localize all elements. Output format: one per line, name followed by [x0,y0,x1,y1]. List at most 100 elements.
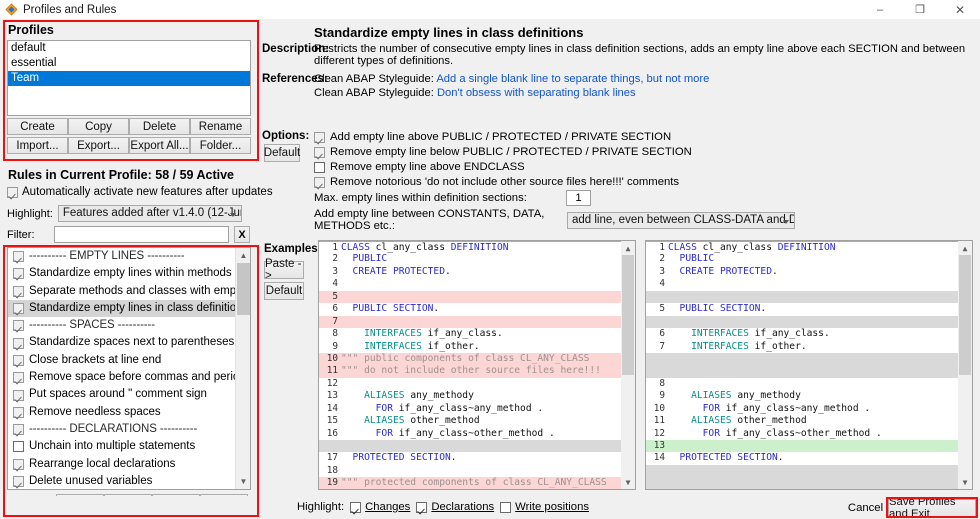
code-line: 8 INTERFACES if_any_class. [319,328,621,341]
list-item[interactable]: Separate methods and classes with empty … [8,283,235,300]
reference-2-link[interactable]: Don't obsess with separating blank lines [437,87,636,99]
filter-input[interactable] [54,226,229,243]
code-before-scrollbar[interactable]: ▲ ▼ [621,241,635,489]
list-item[interactable]: Remove needless spaces [8,404,235,421]
list-item[interactable]: Standardize spaces next to parentheses [8,334,235,351]
highlight-declarations-checkbox-row[interactable]: Declarations [416,501,494,513]
max-empty-lines-input[interactable]: 1 [566,190,591,206]
list-item[interactable]: Remove space before commas and period [8,369,235,386]
code-token: . [450,452,457,464]
code-pane-before[interactable]: 1 CLASS cl_any_class DEFINITION 2 PUBLIC 3 … [318,240,636,490]
rules-list[interactable]: ---------- EMPTY LINES ---------- Standa… [7,247,251,490]
code-line: 16 FOR if_any_class~other_method . [319,427,621,440]
scroll-down-icon[interactable]: ▼ [236,474,250,489]
checkbox-icon[interactable] [13,268,24,280]
highlight-changes-checkbox-row[interactable]: Changes [350,501,410,513]
checkbox-icon[interactable] [500,501,512,513]
checkbox-icon[interactable] [314,161,325,173]
checkbox-icon[interactable] [13,424,24,436]
minimize-button[interactable]: – [860,0,900,19]
delete-button[interactable]: Delete [129,118,190,135]
list-item[interactable]: ---------- SPACES ---------- [8,317,235,334]
scroll-down-icon[interactable]: ▼ [958,475,972,489]
checkbox-icon[interactable] [13,337,24,349]
list-item[interactable]: default [8,41,250,56]
code-token: """ do not include other source files he… [341,365,601,377]
create-button[interactable]: Create [7,118,68,135]
save-profiles-and-exit-button[interactable]: Save Profiles and Exit [888,496,976,519]
highlight-write-positions-checkbox-row[interactable]: Write positions [500,501,589,513]
rename-button[interactable]: Rename [190,118,251,135]
export-all-button[interactable]: Export All... [129,137,190,154]
scroll-up-icon[interactable]: ▲ [236,248,250,263]
checkbox-icon[interactable] [13,372,24,384]
checkbox-icon[interactable] [13,458,24,470]
checkbox-icon[interactable] [13,441,24,453]
scrollbar-thumb[interactable] [237,263,250,315]
checkbox-icon[interactable] [13,303,24,315]
list-item[interactable]: ---------- DECLARATIONS ---------- [8,421,235,438]
examples-default-button[interactable]: Default [264,282,304,300]
checkbox-icon[interactable] [350,501,362,513]
checkbox-icon[interactable] [416,501,428,513]
auto-activate-checkbox-row[interactable]: Automatically activate new features afte… [7,186,273,198]
code-line: 17 PROTECTED SECTION. [319,452,621,465]
profiles-list[interactable]: default essential Team [7,40,251,116]
option-remove-notorious-comments[interactable]: Remove notorious 'do not include other s… [314,176,679,188]
checkbox-icon[interactable] [314,146,325,158]
scrollbar-thumb[interactable] [622,255,634,375]
list-item[interactable]: essential [8,56,250,71]
highlight-select[interactable]: Features added after v1.4.0 (12-Jun-2023… [57,205,242,222]
code-line: 18 [319,464,621,478]
paste-button[interactable]: Paste -> [264,258,304,282]
checkbox-icon[interactable] [13,285,24,297]
code-pane-after[interactable]: 1 CLASS cl_any_class DEFINITION 2 PUBLIC 3 … [645,240,973,490]
checkbox-icon[interactable] [314,176,325,188]
line-number: 2 [319,253,340,266]
copy-button[interactable]: Copy [68,118,129,135]
scroll-up-icon[interactable]: ▲ [621,241,635,255]
checkbox-icon[interactable] [314,131,325,143]
checkbox-icon[interactable] [7,186,18,198]
checkbox-icon[interactable] [13,354,24,366]
rule-label: ---------- DECLARATIONS ---------- [29,422,198,435]
import-button[interactable]: Import... [7,137,68,154]
checkbox-icon[interactable] [13,476,24,487]
list-item[interactable]: ---------- EMPTY LINES ---------- [8,248,235,265]
rules-list-scrollbar[interactable]: ▲ ▼ [235,248,250,489]
list-item[interactable]: Rearrange local declarations [8,456,235,473]
scroll-down-icon[interactable]: ▼ [621,475,635,489]
filter-clear-button[interactable]: X [234,226,250,243]
code-token: if_other. [427,340,480,352]
between-declarations-select[interactable]: add line, even between CLASS-DATA and DA… [567,211,795,229]
list-item[interactable]: Close brackets at line end [8,352,235,369]
option-add-empty-line-above-section[interactable]: Add empty line above PUBLIC / PROTECTED … [314,131,671,143]
option-remove-empty-line-below-section[interactable]: Remove empty line below PUBLIC / PROTECT… [314,146,692,158]
rule-label: Standardize empty lines within methods [29,267,232,280]
list-item[interactable]: Standardize empty lines within methods [8,265,235,282]
scrollbar-thumb[interactable] [959,255,971,375]
options-default-button[interactable]: Default [264,144,300,162]
list-item[interactable]: Team [8,71,250,86]
list-item-selected[interactable]: Standardize empty lines in class definit… [8,299,235,318]
list-item[interactable]: Put spaces around " comment sign [8,386,235,403]
option-remove-empty-line-above-endclass[interactable]: Remove empty line above ENDCLASS [314,161,525,173]
checkbox-icon[interactable] [13,389,24,401]
line-number: 10 [646,402,667,416]
cancel-button[interactable]: Cancel [848,499,883,517]
maximize-button[interactable]: ❐ [900,0,940,19]
code-after-scrollbar[interactable]: ▲ ▼ [958,241,972,489]
folder-button[interactable]: Folder... [190,137,251,154]
code-line: 4 [319,278,621,291]
reference-1-link[interactable]: Add a single blank line to separate thin… [436,73,709,85]
export-button[interactable]: Export... [68,137,129,154]
checkbox-icon[interactable] [13,406,24,418]
scroll-up-icon[interactable]: ▲ [958,241,972,255]
checkbox-icon[interactable] [13,320,24,332]
list-item[interactable]: Unchain into multiple statements [8,438,235,455]
list-item[interactable]: Delete unused variables [8,473,235,489]
line-number: 7 [646,340,667,353]
checkbox-icon[interactable] [13,251,24,263]
line-number: 9 [646,390,667,403]
close-button[interactable]: ✕ [940,0,980,19]
